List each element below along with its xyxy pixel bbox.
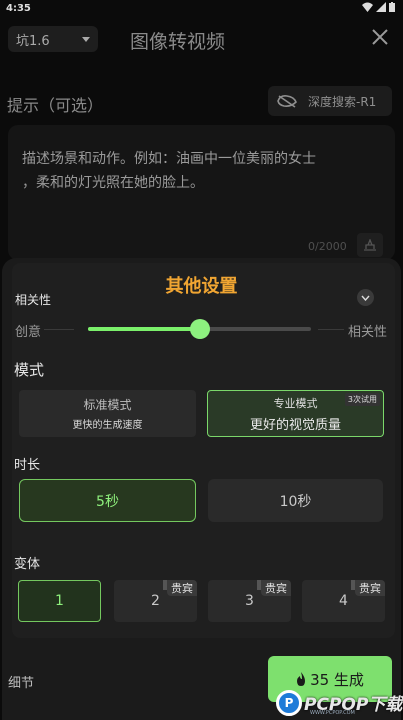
trial-badge: 3次试用 <box>344 393 380 406</box>
variant-1-label: 1 <box>55 593 64 609</box>
flame-icon <box>297 672 306 686</box>
mode-pro[interactable]: 3次试用 专业模式 更好的视觉质量 <box>207 390 384 437</box>
collapse-button[interactable] <box>357 289 374 306</box>
settings-title: 其他设置 <box>165 276 238 297</box>
deep-search-label: 深度搜索-R1 <box>308 94 377 109</box>
slider-fill <box>88 327 200 331</box>
slider-right-label: 相关性 <box>348 325 388 340</box>
watermark-sub: WWW.PCPOP.COM <box>310 710 355 716</box>
page-title: 图像转视频 <box>130 31 226 53</box>
whale-icon <box>277 95 297 108</box>
char-count: 0/2000 <box>308 240 347 253</box>
variant-3-label: 3 <box>245 593 254 609</box>
status-bar: 4:35 <box>0 0 403 18</box>
chevron-down-icon <box>82 36 90 42</box>
relevance-label: 相关性 <box>15 293 52 307</box>
slider-track-left-fade <box>44 329 74 330</box>
eraser-icon <box>364 239 376 251</box>
duration-5s[interactable]: 5秒 <box>19 479 196 522</box>
mode-pro-sub: 更好的视觉质量 <box>249 417 341 433</box>
prompt-placeholder-line2: ，柔和的灯光照在她的脸上。 <box>22 175 204 191</box>
watermark-logo-icon: P <box>276 689 302 716</box>
mode-standard-sub: 更快的生成速度 <box>72 420 143 431</box>
slider-track-right-fade <box>318 329 344 330</box>
detail-label: 细节 <box>8 676 35 691</box>
wifi-icon <box>362 2 373 12</box>
status-icons <box>362 2 395 12</box>
top-bar: 坑1.6 图像转视频 <box>0 18 403 62</box>
variant-4-label: 4 <box>339 593 348 609</box>
vip-badge: 贵宾 <box>257 580 291 596</box>
prompt-label: 提示（可选） <box>7 96 104 115</box>
clear-button[interactable] <box>357 233 383 257</box>
status-time: 4:35 <box>6 3 31 14</box>
prompt-placeholder-line1: 描述场景和动作。例如：油画中一位美丽的女士 <box>22 151 316 167</box>
mode-standard[interactable]: 标准模式 更快的生成速度 <box>19 390 196 437</box>
variant-3[interactable]: 贵宾 3 <box>208 580 291 622</box>
close-icon[interactable] <box>371 28 389 46</box>
variant-1[interactable]: 1 <box>18 580 101 622</box>
watermark: P PCPOP下载 WWW.PCPOP.COM <box>276 685 403 720</box>
variant-2[interactable]: 贵宾 2 <box>114 580 197 622</box>
variant-4[interactable]: 贵宾 4 <box>302 580 385 622</box>
battery-icon <box>389 2 395 12</box>
relevance-slider[interactable] <box>88 319 311 339</box>
mode-label: 模式 <box>14 361 45 379</box>
variant-2-label: 2 <box>151 593 160 609</box>
deep-search-toggle[interactable]: 深度搜索-R1 <box>268 86 392 116</box>
mode-standard-name: 标准模式 <box>83 398 132 412</box>
duration-10s[interactable]: 10秒 <box>208 479 383 522</box>
vip-badge: 贵宾 <box>163 580 197 596</box>
signal-icon <box>376 2 386 12</box>
slider-thumb[interactable] <box>189 319 210 339</box>
duration-label: 时长 <box>14 458 41 473</box>
mode-pro-name: 专业模式 <box>273 396 318 410</box>
model-select[interactable]: 坑1.6 <box>8 26 98 52</box>
chevron-down-icon <box>361 295 370 301</box>
model-select-value: 坑1.6 <box>16 33 50 49</box>
variants-label: 变体 <box>14 557 41 572</box>
vip-badge: 贵宾 <box>351 580 385 596</box>
slider-left-label: 创意 <box>15 325 42 340</box>
